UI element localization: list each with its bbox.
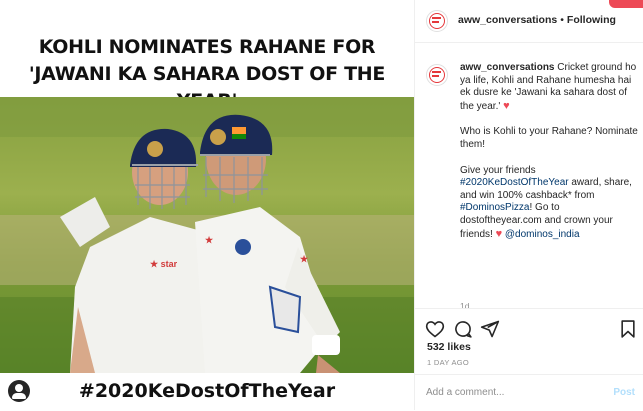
action-bar: [415, 308, 643, 345]
instagram-post-modal: KOHLI NOMINATES RAHANE FOR 'JAWANI KA SA…: [0, 0, 643, 410]
caption-username[interactable]: aww_conversations: [460, 62, 554, 73]
notification-badge[interactable]: [609, 0, 643, 8]
header-separator: •: [560, 14, 564, 26]
following-button[interactable]: Following: [567, 14, 616, 26]
comment-input[interactable]: Add a comment...: [426, 387, 504, 398]
headline-line-1: KOHLI NOMINATES RAHANE FOR: [38, 36, 376, 58]
brand-logo-icon: [429, 67, 445, 83]
brand-logo-icon: [429, 13, 445, 29]
image-footer-hashtag: #2020KeDostOfTheYear: [78, 380, 336, 402]
caption-avatar[interactable]: [426, 64, 448, 86]
svg-text:★: ★: [300, 254, 309, 264]
post-comment-button[interactable]: Post: [613, 387, 635, 398]
header-username[interactable]: aww_conversations: [458, 14, 557, 26]
post-sidebar: aww_conversations • Following aww_conversa…: [415, 0, 643, 410]
heart-emoji-icon: ♥: [495, 227, 503, 240]
heart-emoji-icon: ♥: [503, 99, 510, 112]
avatar[interactable]: [426, 10, 448, 32]
caption-text-2: Who is Kohli to your Rahane? Nominate th…: [460, 126, 638, 150]
caption-text-3a: Give your friends: [460, 164, 536, 176]
post-date[interactable]: 1 DAY AGO: [427, 358, 469, 367]
likes-count[interactable]: 532 likes: [427, 341, 471, 353]
header-user: aww_conversations • Following: [458, 14, 616, 26]
user-tag-icon[interactable]: [8, 380, 30, 402]
caption-paragraph-2: Who is Kohli to your Rahane? Nominate th…: [460, 126, 638, 151]
comment-icon[interactable]: [453, 319, 473, 339]
caption-paragraph-1: aww_conversations Cricket ground ho ya l…: [460, 62, 638, 113]
mention-link[interactable]: @dominos_india: [505, 229, 580, 240]
cricket-players-photo: ★ star ★ ★: [0, 97, 414, 373]
svg-text:★: ★: [205, 235, 214, 245]
svg-text:★ star: ★ star: [150, 259, 178, 269]
post-image[interactable]: KOHLI NOMINATES RAHANE FOR 'JAWANI KA SA…: [0, 0, 414, 410]
heart-icon[interactable]: [425, 319, 445, 339]
bookmark-icon[interactable]: [618, 319, 638, 339]
share-icon[interactable]: [480, 319, 500, 339]
hashtag-link[interactable]: #2020KeDostOfTheYear: [460, 177, 569, 188]
comment-bar: Add a comment... Post: [415, 374, 643, 411]
hashtag-link[interactable]: #DominosPizza: [460, 202, 529, 213]
caption-body: aww_conversations Cricket ground ho ya l…: [460, 62, 638, 254]
caption-paragraph-3: Give your friends #2020KeDostOfTheYear a…: [460, 165, 638, 242]
post-header: aww_conversations • Following: [415, 0, 643, 43]
